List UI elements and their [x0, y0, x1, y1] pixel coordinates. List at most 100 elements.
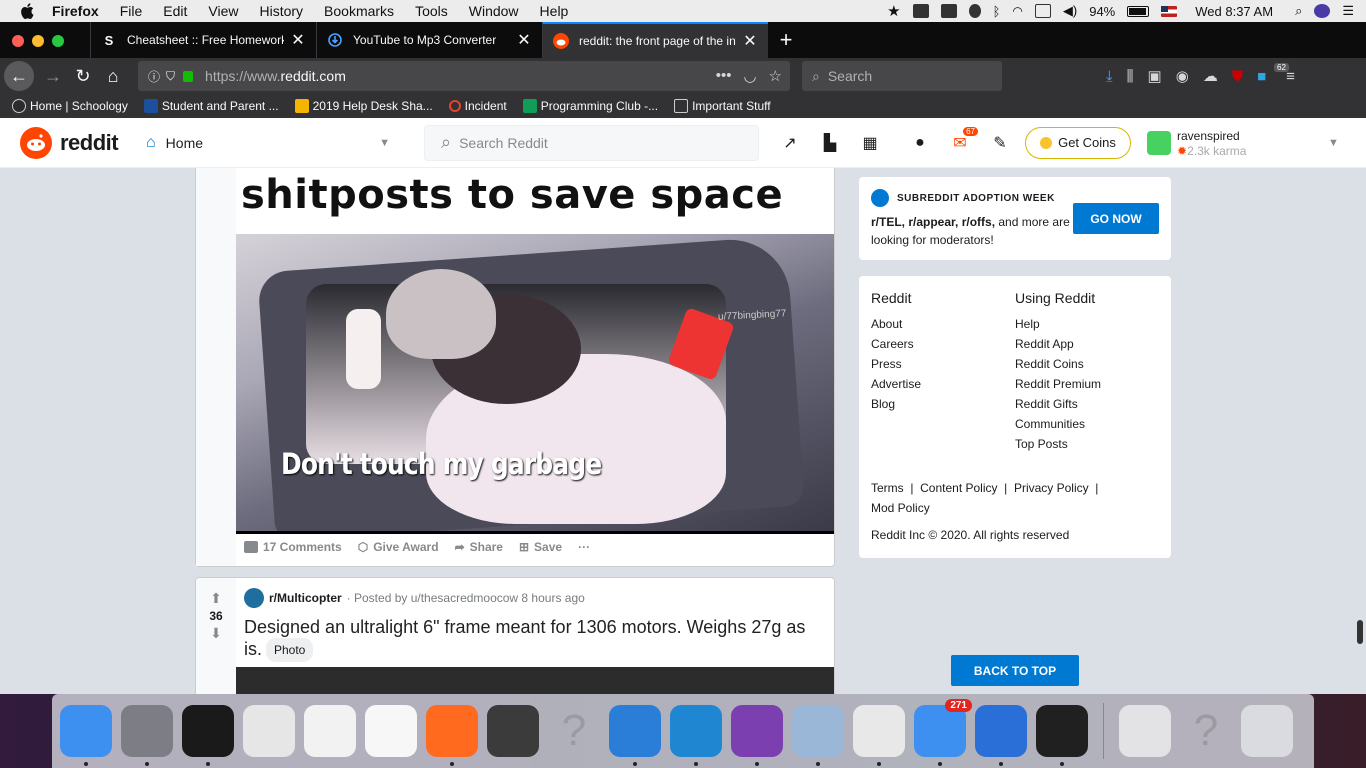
- menu-bookmarks[interactable]: Bookmarks: [324, 3, 394, 19]
- textedit-icon[interactable]: [304, 705, 356, 757]
- preview-icon[interactable]: [792, 705, 844, 766]
- account-icon[interactable]: ◉: [1176, 67, 1189, 85]
- bookmark-incident[interactable]: Incident: [448, 99, 507, 113]
- menu-tools[interactable]: Tools: [415, 3, 448, 19]
- cube-status-icon[interactable]: [912, 4, 929, 18]
- bookmark-help-desk[interactable]: 2019 Help Desk Sha...: [294, 99, 433, 113]
- menu-file[interactable]: File: [120, 3, 143, 19]
- bluetooth-file-exchange-icon[interactable]: [975, 705, 1027, 766]
- dollar-status-icon[interactable]: [968, 4, 981, 18]
- close-window-button[interactable]: [12, 35, 24, 47]
- url-bar[interactable]: ⓘ ⛉ https://www.reddit.com ••• ◡ ☆: [138, 61, 790, 91]
- menu-history[interactable]: History: [259, 3, 303, 19]
- system-preferences-icon[interactable]: [121, 705, 173, 766]
- sublime-text-icon[interactable]: [487, 705, 539, 757]
- footer-link-advertise[interactable]: Advertise: [871, 374, 921, 394]
- footer-link-press[interactable]: Press: [871, 354, 921, 374]
- close-tab-icon[interactable]: ✕: [516, 30, 532, 50]
- bookmark-student-parent[interactable]: Student and Parent ...: [143, 99, 279, 113]
- feed-selector-dropdown[interactable]: ⌂ Home ▼: [146, 125, 396, 161]
- subreddit-icon[interactable]: [244, 588, 264, 608]
- extension-cloud-icon[interactable]: ☁: [1203, 67, 1218, 85]
- post-card[interactable]: shitposts to save space u/77bingbing77 D…: [195, 168, 835, 567]
- tab-cheatsheet[interactable]: S Cheatsheet :: Free Homework H ✕: [90, 22, 316, 58]
- footer-link-blog[interactable]: Blog: [871, 394, 921, 414]
- reddit-search-input[interactable]: ⌕ Search Reddit: [424, 124, 759, 161]
- save-button[interactable]: ⊞ Save: [519, 540, 562, 554]
- unknown-app-icon[interactable]: ?: [548, 705, 600, 757]
- airplay-status-icon[interactable]: [1034, 4, 1051, 18]
- minimize-window-button[interactable]: [32, 35, 44, 47]
- notes-icon[interactable]: [365, 705, 417, 757]
- post-image[interactable]: u/77bingbing77 Don't touch my garbage: [236, 234, 834, 534]
- spotlight-search-icon[interactable]: ⌕: [1295, 3, 1302, 19]
- chrome-icon[interactable]: [853, 705, 905, 766]
- menu-app-name[interactable]: Firefox: [52, 3, 99, 19]
- footer-link-reddit-premium[interactable]: Reddit Premium: [1015, 374, 1101, 394]
- library-icon[interactable]: ⫼: [1127, 68, 1134, 85]
- create-post-pencil-icon[interactable]: ✎: [990, 133, 1010, 153]
- footer-link-careers[interactable]: Careers: [871, 334, 921, 354]
- tracking-shield-icon[interactable]: ⛉: [166, 69, 175, 84]
- pocket-icon[interactable]: ◡: [743, 67, 756, 85]
- bookmark-important-stuff[interactable]: Important Stuff: [674, 99, 771, 113]
- zoom-window-button[interactable]: [52, 35, 64, 47]
- footer-link-top-posts[interactable]: Top Posts: [1015, 434, 1101, 454]
- bookmark-schoology[interactable]: Home | Schoology: [12, 99, 128, 113]
- share-button[interactable]: ➦ Share: [455, 540, 503, 554]
- page-actions-icon[interactable]: •••: [716, 67, 732, 85]
- star-status-icon[interactable]: ★: [887, 2, 900, 20]
- vnc-viewer-icon[interactable]: [609, 705, 661, 766]
- back-button[interactable]: ←: [4, 61, 34, 91]
- apple-icon[interactable]: [18, 2, 36, 20]
- forward-button[interactable]: →: [38, 61, 68, 91]
- footer-legal-links[interactable]: Terms | Content Policy | Privacy Policy …: [871, 478, 1121, 518]
- footer-link-help[interactable]: Help: [1015, 314, 1101, 334]
- reddit-logo[interactable]: reddit: [20, 126, 119, 159]
- bookmark-star-icon[interactable]: ☆: [769, 67, 782, 85]
- notification-center-icon[interactable]: ☰: [1342, 3, 1354, 19]
- post-title[interactable]: Designed an ultralight 6" frame meant fo…: [244, 616, 814, 663]
- unknown-folder-icon[interactable]: ?: [1180, 705, 1232, 757]
- finder-icon[interactable]: [60, 705, 112, 766]
- menu-view[interactable]: View: [208, 3, 238, 19]
- menubar-clock[interactable]: Wed 8:37 AM: [1195, 4, 1273, 19]
- chat-icon[interactable]: ●: [910, 133, 930, 153]
- post-card[interactable]: ⬆ 36 ⬇ r/Multicopter · Posted by u/thesa…: [195, 577, 835, 707]
- footer-link-reddit-coins[interactable]: Reddit Coins: [1015, 354, 1101, 374]
- trash-icon[interactable]: [1241, 705, 1293, 757]
- menu-window[interactable]: Window: [469, 3, 519, 19]
- terminal-icon[interactable]: [182, 705, 234, 766]
- music-folder-icon[interactable]: [1119, 705, 1171, 757]
- close-tab-icon[interactable]: ✕: [290, 30, 306, 50]
- volume-status-icon[interactable]: ◀): [1063, 3, 1077, 19]
- give-award-button[interactable]: ⬡ Give Award: [358, 540, 439, 554]
- footer-link-reddit-app[interactable]: Reddit App: [1015, 334, 1101, 354]
- battery-percent[interactable]: 94%: [1089, 4, 1115, 19]
- footer-link-about[interactable]: About: [871, 314, 921, 334]
- bookmark-programming-club[interactable]: Programming Club -...: [522, 99, 658, 113]
- siri-icon[interactable]: [1314, 4, 1331, 18]
- downvote-icon[interactable]: ⬇: [210, 625, 222, 642]
- mail-icon[interactable]: 271: [914, 699, 972, 766]
- tab-reddit[interactable]: reddit: the front page of the inte ✕: [542, 22, 768, 58]
- sidebar-icon[interactable]: ▣: [1148, 67, 1162, 85]
- github-desktop-icon[interactable]: [731, 705, 783, 766]
- new-tab-button[interactable]: +: [768, 22, 804, 58]
- get-coins-button[interactable]: Get Coins: [1025, 126, 1131, 159]
- menu-help[interactable]: Help: [540, 3, 569, 19]
- tab-youtube-mp3[interactable]: YouTube to Mp3 Converter ✕: [316, 22, 542, 58]
- bluetooth-status-icon[interactable]: ᛒ: [993, 4, 1001, 19]
- battery-icon[interactable]: [1127, 5, 1150, 17]
- rpan-icon[interactable]: ▦: [860, 133, 880, 153]
- extension-blue-icon[interactable]: ■: [1257, 68, 1266, 85]
- ublock-icon[interactable]: ⛊: [1232, 68, 1243, 85]
- menu-edit[interactable]: Edit: [163, 3, 187, 19]
- vscode-icon[interactable]: [670, 705, 722, 766]
- footer-link-reddit-gifts[interactable]: Reddit Gifts: [1015, 394, 1101, 414]
- post-flair[interactable]: Photo: [266, 638, 314, 663]
- script-editor-icon[interactable]: [243, 705, 295, 757]
- page-scrollbar-thumb[interactable]: [1357, 620, 1363, 644]
- close-tab-icon[interactable]: ✕: [742, 31, 758, 51]
- activity-monitor-icon[interactable]: [1036, 705, 1088, 766]
